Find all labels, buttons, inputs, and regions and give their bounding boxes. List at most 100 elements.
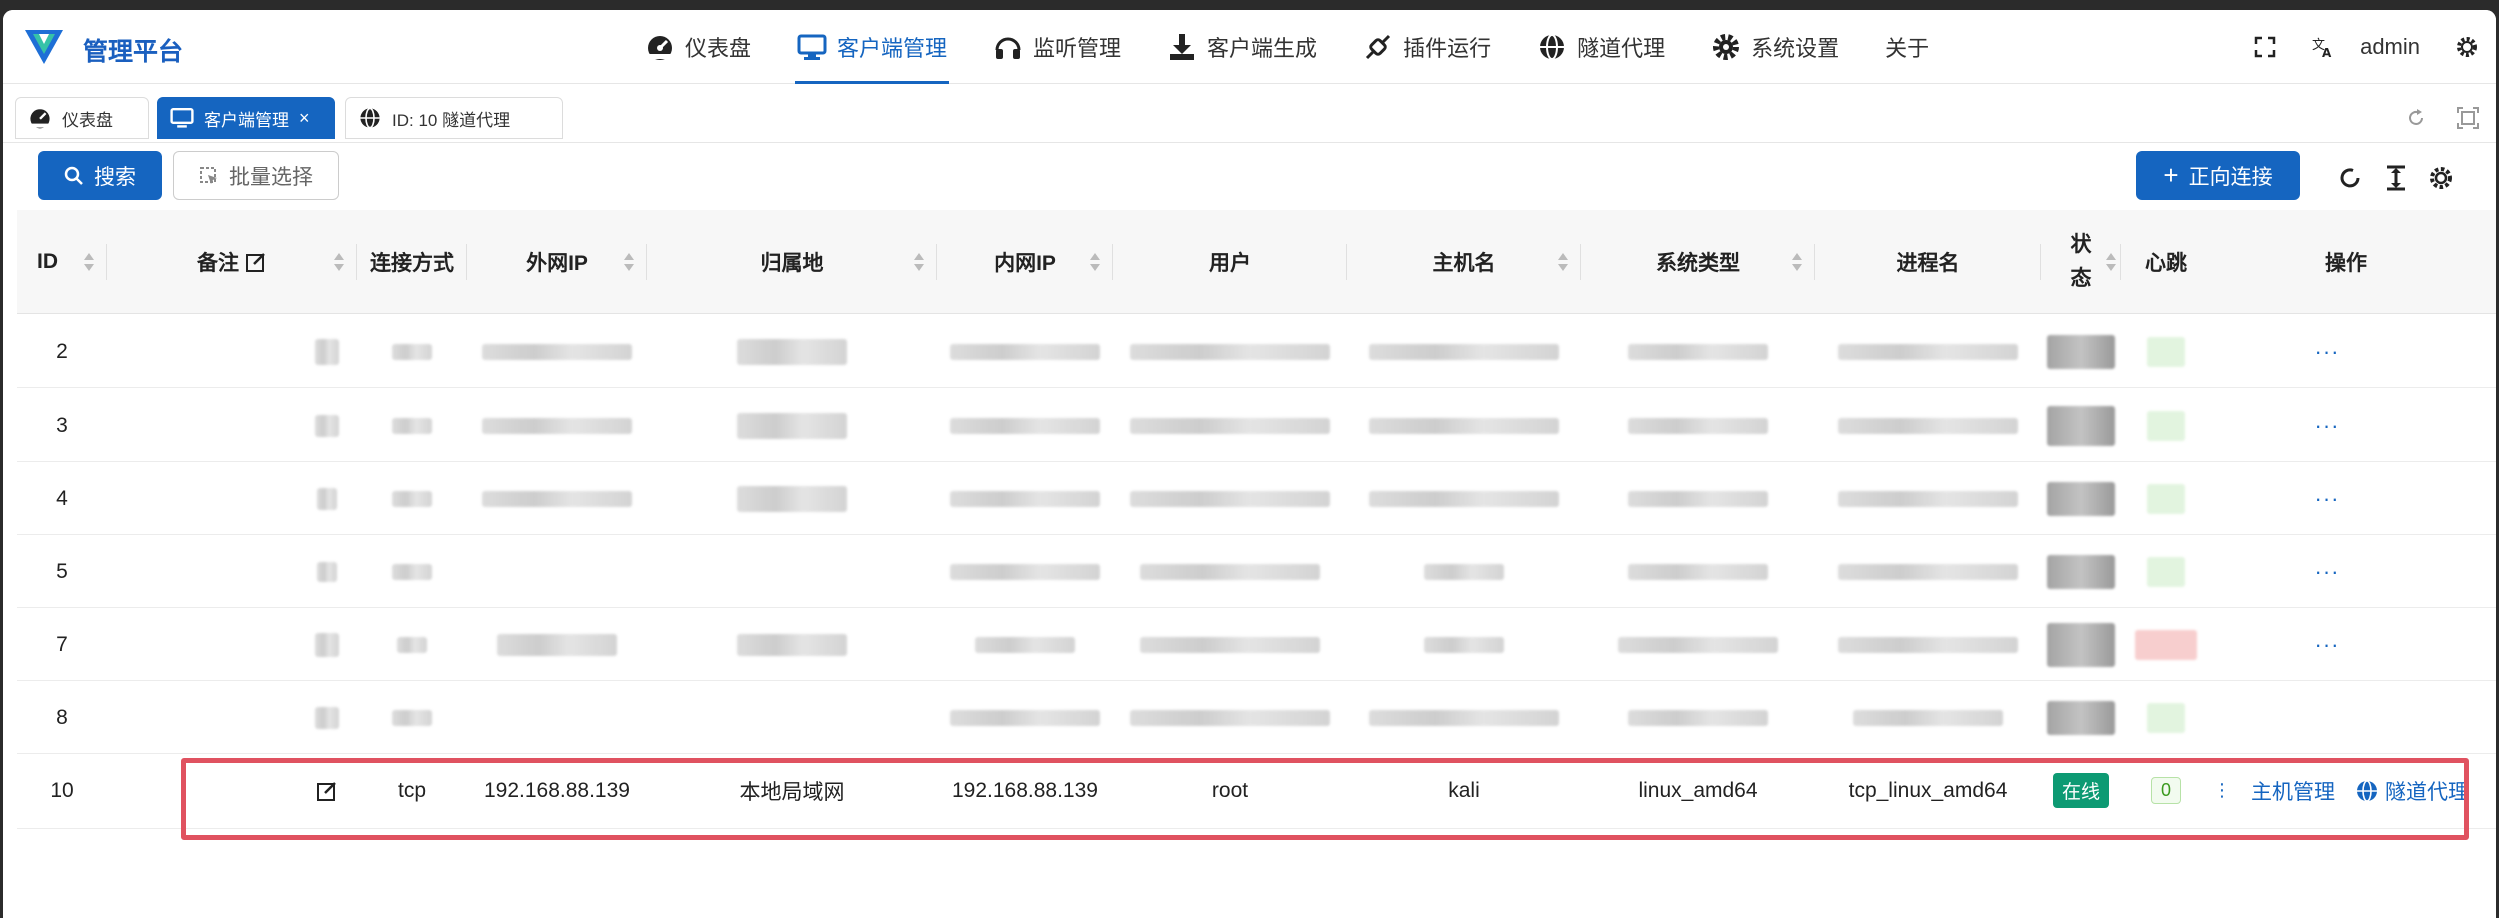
col-status-label-1: 状 [2070, 233, 2092, 256]
tab-label: 客户端管理 [204, 110, 289, 130]
more-actions[interactable]: ··· [2297, 315, 2357, 388]
svg-text:A: A [2322, 46, 2332, 59]
col-remark-label: 备注 [197, 252, 239, 275]
monitor-icon [170, 108, 194, 128]
table-row[interactable]: 4 ··· [17, 462, 2496, 535]
fullscreen-tab-icon[interactable] [2447, 97, 2489, 139]
nav-dashboard[interactable]: 仪表盘 [623, 10, 775, 84]
table-row[interactable]: 3 ··· [17, 389, 2496, 462]
nav-listener-management[interactable]: 监听管理 [971, 10, 1145, 84]
col-os[interactable]: 系统类型 [1581, 210, 1815, 314]
page-tabs: 仪表盘 客户端管理 × ID: 10 隧道代理 [3, 85, 2496, 143]
search-icon [64, 166, 83, 185]
sort-icon [2106, 253, 2116, 271]
col-user[interactable]: 用户 [1113, 210, 1347, 314]
brand-title: 管理平台 [83, 38, 184, 66]
tab-dashboard[interactable]: 仪表盘 [15, 97, 149, 139]
nav-label: 客户端生成 [1207, 36, 1318, 61]
tab-label: ID: 10 隧道代理 [392, 110, 511, 130]
sort-icon [84, 253, 94, 271]
forward-connect-button[interactable]: + 正向连接 [2136, 151, 2300, 200]
nav-about[interactable]: 关于 [1863, 10, 1953, 84]
sort-icon [1090, 253, 1100, 271]
col-actions: 操作 [2211, 210, 2481, 314]
col-os-label: 系统类型 [1656, 252, 1740, 275]
cell-id: 7 [56, 632, 68, 656]
cell-id: 5 [56, 559, 68, 583]
col-status[interactable]: 状 态 [2041, 210, 2121, 314]
screen: 管理平台 仪表盘 客户端管理 监听管理 客户端生成 插件运行 隧道代理 系统设置… [0, 0, 2499, 918]
density-icon[interactable] [2376, 158, 2416, 198]
nav-label: 仪表盘 [685, 36, 752, 61]
col-conn-label: 连接方式 [370, 252, 454, 275]
select-icon [200, 166, 217, 184]
edit-icon [246, 253, 265, 272]
tab-close-icon[interactable]: × [299, 108, 310, 129]
tab-client-management[interactable]: 客户端管理 × [157, 97, 335, 139]
col-user-label: 用户 [1209, 252, 1251, 275]
globe-icon [360, 107, 380, 129]
sort-icon [334, 253, 344, 271]
more-actions[interactable]: ··· [2297, 608, 2357, 681]
monitor-icon [797, 34, 827, 60]
refresh-icon[interactable] [2331, 158, 2371, 198]
cell-id: 10 [50, 778, 74, 802]
batch-select-label: 批量选择 [229, 165, 313, 189]
col-wan-ip[interactable]: 外网IP [467, 210, 647, 314]
nav-system-settings[interactable]: 系统设置 [1689, 10, 1863, 84]
translate-icon[interactable]: 文A [2294, 10, 2352, 84]
plug-icon [1366, 34, 1391, 60]
dashboard-icon [648, 36, 672, 60]
col-location-label: 归属地 [760, 252, 824, 275]
globe-icon [1540, 34, 1565, 60]
col-process[interactable]: 进程名 [1815, 210, 2041, 314]
col-status-label-2: 态 [2070, 267, 2092, 290]
main-nav: 仪表盘 客户端管理 监听管理 客户端生成 插件运行 隧道代理 系统设置 关于 [623, 10, 1953, 84]
column-settings-icon[interactable] [2421, 158, 2461, 198]
table-row[interactable]: 2 ··· [17, 315, 2496, 388]
nav-label: 系统设置 [1751, 36, 1840, 61]
col-remark[interactable]: 备注 [107, 210, 357, 314]
refresh-tab-icon[interactable] [2395, 97, 2437, 139]
col-heartbeat[interactable]: 心跳 [2121, 210, 2211, 314]
cell-id: 4 [56, 486, 68, 510]
settings-gear-icon[interactable] [2438, 10, 2496, 84]
col-host-label: 主机名 [1432, 252, 1496, 275]
plus-icon: + [2163, 160, 2179, 190]
nav-label: 关于 [1885, 36, 1930, 61]
col-location[interactable]: 归属地 [647, 210, 937, 314]
nav-plugin-run[interactable]: 插件运行 [1341, 10, 1515, 84]
cell-id: 3 [56, 413, 68, 437]
col-conn[interactable]: 连接方式 [357, 210, 467, 314]
col-host[interactable]: 主机名 [1347, 210, 1581, 314]
sort-icon [1792, 253, 1802, 271]
tab-tunnel-proxy[interactable]: ID: 10 隧道代理 [345, 97, 563, 139]
cell-id: 8 [56, 705, 68, 729]
col-actions-label: 操作 [2325, 252, 2367, 275]
nav-label: 插件运行 [1403, 36, 1492, 61]
batch-select-button[interactable]: 批量选择 [173, 151, 339, 200]
col-heartbeat-label: 心跳 [2145, 252, 2187, 275]
table-row[interactable]: 7 ··· [17, 608, 2496, 681]
col-process-label: 进程名 [1896, 252, 1960, 275]
more-actions[interactable]: ··· [2297, 389, 2357, 462]
table-row[interactable]: 5 ··· [17, 535, 2496, 608]
col-lan-ip-label: 内网IP [994, 252, 1056, 275]
col-id-label: ID [37, 250, 58, 273]
highlight-box [181, 758, 2469, 840]
search-button[interactable]: 搜索 [38, 151, 162, 200]
col-id[interactable]: ID [17, 210, 107, 314]
nav-label: 隧道代理 [1577, 36, 1666, 61]
nav-label: 客户端管理 [837, 36, 948, 61]
nav-tunnel-proxy[interactable]: 隧道代理 [1515, 10, 1689, 84]
nav-client-generate[interactable]: 客户端生成 [1145, 10, 1341, 84]
fullscreen-icon[interactable] [2236, 10, 2294, 84]
user-name[interactable]: admin [2352, 34, 2438, 60]
nav-client-management[interactable]: 客户端管理 [775, 10, 971, 84]
app-window: 管理平台 仪表盘 客户端管理 监听管理 客户端生成 插件运行 隧道代理 系统设置… [3, 10, 2496, 918]
more-actions[interactable]: ··· [2297, 462, 2357, 535]
download-icon [1170, 34, 1195, 60]
col-lan-ip[interactable]: 内网IP [937, 210, 1113, 314]
table-row[interactable]: 8 [17, 681, 2496, 754]
more-actions[interactable]: ··· [2297, 535, 2357, 608]
